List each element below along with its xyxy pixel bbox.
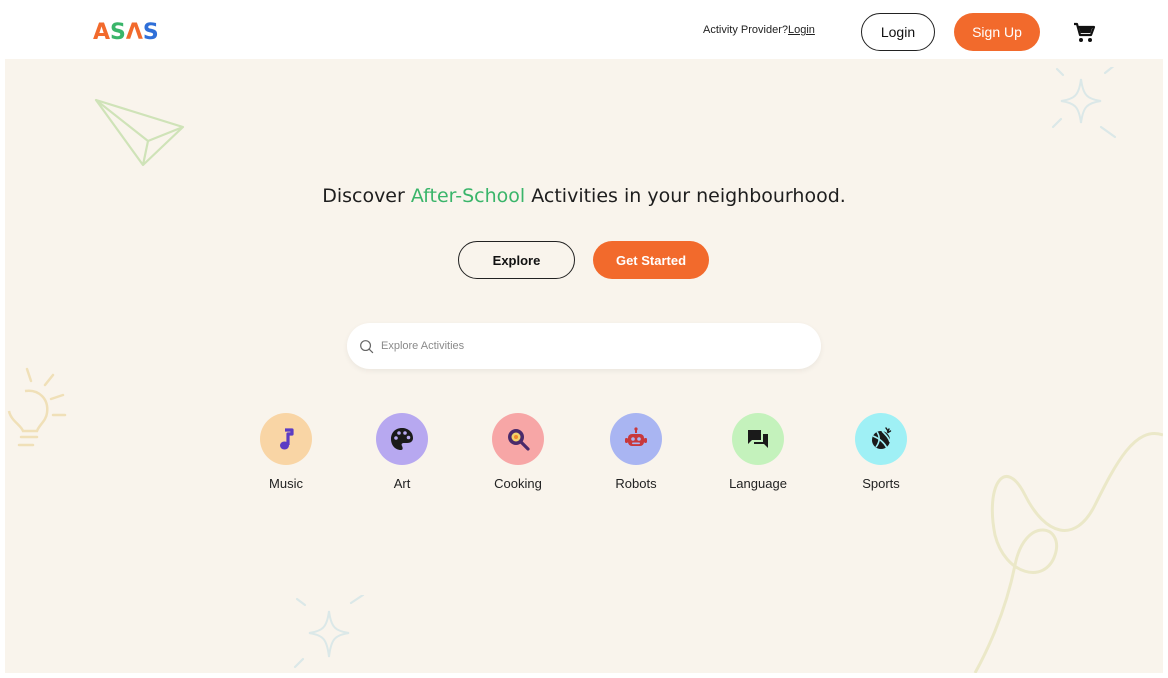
- provider-login-link[interactable]: Login: [788, 24, 815, 36]
- category-cooking-circle: [492, 413, 544, 465]
- category-music-label: Music: [269, 476, 303, 491]
- category-art-circle: [376, 413, 428, 465]
- logo[interactable]: A S Λ S: [93, 19, 159, 45]
- robot-icon: [625, 427, 647, 446]
- cart-icon[interactable]: [1072, 21, 1096, 45]
- get-started-button[interactable]: Get Started: [593, 241, 709, 279]
- provider-login-prompt: Activity Provider?Login: [703, 24, 815, 36]
- search-icon: [360, 339, 374, 353]
- hero-headline: Discover After-School Activities in your…: [5, 185, 1163, 207]
- category-sports[interactable]: Sports: [836, 413, 926, 491]
- category-sports-label: Sports: [862, 476, 900, 491]
- top-navbar: A S Λ S Activity Provider?Login Login Si…: [5, 5, 1163, 59]
- chat-bubbles-icon: [748, 430, 768, 448]
- explore-button[interactable]: Explore: [458, 241, 575, 279]
- palette-icon: [391, 428, 413, 450]
- category-music-circle: [260, 413, 312, 465]
- category-robots-label: Robots: [615, 476, 657, 491]
- category-robots-circle: [610, 413, 662, 465]
- logo-letter-s2: S: [142, 19, 159, 45]
- music-note-icon: [280, 428, 294, 450]
- category-language-label: Language: [729, 476, 787, 491]
- sparkle-top-right-icon: [1051, 67, 1117, 139]
- sign-up-button[interactable]: Sign Up: [954, 13, 1040, 51]
- category-robots[interactable]: Robots: [591, 413, 681, 491]
- squiggle-line: [973, 431, 1163, 673]
- category-language-circle: [732, 413, 784, 465]
- category-art[interactable]: Art: [357, 413, 447, 491]
- headline-suffix: Activities in your neighbourhood.: [525, 185, 846, 207]
- category-cooking[interactable]: Cooking: [473, 413, 563, 491]
- category-music[interactable]: Music: [241, 413, 331, 491]
- category-art-label: Art: [393, 476, 411, 491]
- provider-text: Activity Provider?: [703, 24, 788, 36]
- lightbulb-icon: [7, 367, 67, 447]
- login-button[interactable]: Login: [861, 13, 935, 51]
- sparkle-bottom-icon: [293, 595, 365, 669]
- category-language[interactable]: Language: [713, 413, 803, 491]
- logo-letter-s: S: [110, 19, 126, 45]
- page: A S Λ S Activity Provider?Login Login Si…: [5, 5, 1163, 673]
- frying-pan-icon: [508, 429, 530, 451]
- paper-plane-icon: [94, 98, 185, 167]
- category-sports-circle: [855, 413, 907, 465]
- headline-prefix: Discover: [322, 185, 411, 207]
- search-input[interactable]: [381, 340, 781, 352]
- category-cooking-label: Cooking: [494, 476, 542, 491]
- logo-letter-a: A: [93, 19, 111, 45]
- headline-accent: After-School: [410, 185, 526, 207]
- basketball-icon: [872, 427, 892, 449]
- search-bar[interactable]: [347, 323, 821, 369]
- logo-letter-lambda: Λ: [125, 19, 143, 45]
